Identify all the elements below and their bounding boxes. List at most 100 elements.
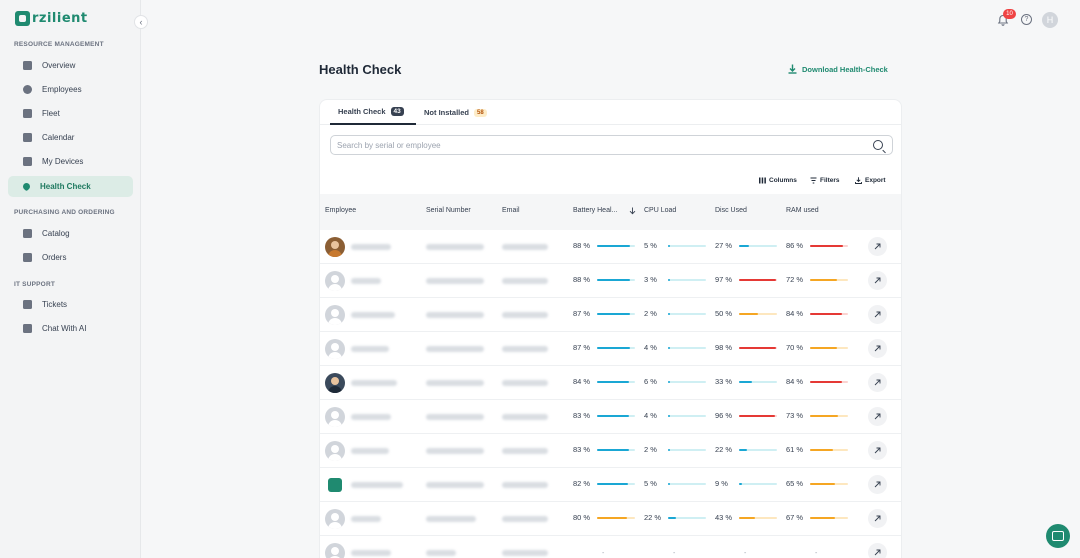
sidebar: rzilient RESOURCE MANAGEMENT Overview Em…	[0, 0, 141, 558]
open-details-button[interactable]	[868, 407, 887, 426]
column-header-employee[interactable]: Employee	[325, 207, 356, 214]
ram-used-value: 67 %	[786, 513, 804, 522]
sort-arrow-down-icon[interactable]	[629, 207, 636, 215]
column-header-cpu-load[interactable]: CPU Load	[644, 207, 676, 214]
employee-photo	[325, 237, 345, 257]
section-title-it-support: IT SUPPORT	[14, 281, 56, 288]
table-row[interactable]: 83 % 2 % 22 % 61 %	[320, 434, 901, 468]
table-row[interactable]: 88 % 3 % 97 % 72 %	[320, 264, 901, 298]
ram-used-value: 84 %	[786, 309, 804, 318]
table-row[interactable]: 84 % 6 % 33 % 84 %	[320, 366, 901, 400]
open-details-button[interactable]	[868, 237, 887, 256]
sidebar-item-calendar[interactable]: Calendar	[8, 127, 133, 148]
battery-health-bar-fill	[597, 244, 630, 247]
column-header-serial-number[interactable]: Serial Number	[426, 207, 471, 214]
column-header-ram-used[interactable]: RAM used	[786, 207, 819, 214]
tab-count-badge: 58	[474, 108, 487, 117]
help-icon[interactable]: ?	[1021, 14, 1032, 25]
column-header-email[interactable]: Email	[502, 207, 520, 214]
table-row[interactable]: ----	[320, 536, 901, 558]
open-details-button[interactable]	[868, 441, 887, 460]
brand-name: rzilient	[32, 11, 88, 26]
sidebar-item-overview[interactable]: Overview	[8, 55, 133, 76]
table-row[interactable]: 87 % 4 % 98 % 70 %	[320, 332, 901, 366]
ram-used-bar	[810, 516, 848, 519]
disc-used-bar-fill	[739, 278, 776, 281]
open-details-button[interactable]	[868, 509, 887, 528]
ram-used-value: 70 %	[786, 343, 804, 352]
sidebar-item-employees[interactable]: Employees	[8, 79, 133, 100]
collapse-sidebar-button[interactable]: ‹	[134, 15, 148, 29]
email-redacted	[502, 346, 548, 352]
tab-health-check[interactable]: Health Check 43	[330, 100, 416, 125]
heart-icon	[21, 181, 32, 192]
column-header-battery-health[interactable]: Battery Heal...	[573, 207, 617, 214]
columns-button[interactable]: Columns	[759, 175, 797, 185]
brand-logo[interactable]: rzilient	[15, 11, 88, 26]
sidebar-item-health-check[interactable]: Health Check	[8, 176, 133, 197]
table-row[interactable]: 80 % 22 % 43 % 67 %	[320, 502, 901, 536]
sidebar-item-fleet[interactable]: Fleet	[8, 103, 133, 124]
open-details-button[interactable]	[868, 543, 887, 558]
download-health-check-button[interactable]: Download Health-Check	[788, 64, 888, 74]
page-title: Health Check	[319, 62, 402, 77]
section-title-purchasing: PURCHASING AND ORDERING	[14, 209, 115, 216]
serial-number-redacted	[426, 482, 484, 488]
sidebar-item-catalog[interactable]: Catalog	[8, 223, 133, 244]
table-row[interactable]: 87 % 2 % 50 % 84 %	[320, 298, 901, 332]
ram-used-bar-fill	[810, 380, 842, 383]
monitor-icon	[23, 157, 32, 166]
ram-used-bar	[810, 312, 848, 315]
calendar-icon	[23, 133, 32, 142]
email-redacted	[502, 312, 548, 318]
battery-health-bar	[597, 516, 635, 519]
arrow-up-right-icon	[874, 243, 881, 250]
disc-used-value: 96 %	[715, 411, 733, 420]
battery-health-value: -	[602, 550, 605, 557]
disc-used-bar	[739, 346, 777, 349]
arrow-up-right-icon	[874, 549, 881, 556]
ram-used-cell: 84 %	[786, 309, 848, 318]
open-details-button[interactable]	[868, 475, 887, 494]
notification-badge: 10	[1003, 9, 1016, 19]
rzilient-logo-icon	[15, 11, 30, 26]
arrow-up-right-icon	[874, 481, 881, 488]
disc-used-value: 50 %	[715, 309, 733, 318]
default-avatar-icon	[325, 271, 345, 291]
filters-button[interactable]: Filters	[810, 175, 840, 185]
sidebar-item-my-devices[interactable]: My Devices	[8, 151, 133, 172]
tab-not-installed[interactable]: Not Installed 58	[424, 100, 487, 125]
disc-used-bar	[739, 482, 777, 485]
cpu-load-bar-fill	[668, 414, 670, 417]
open-details-button[interactable]	[868, 271, 887, 290]
email-redacted	[502, 516, 548, 522]
search-input[interactable]: Search by serial or employee	[330, 135, 893, 155]
serial-number-redacted	[426, 346, 484, 352]
support-chat-button[interactable]	[1046, 524, 1070, 548]
table-row[interactable]: 83 % 4 % 96 % 73 %	[320, 400, 901, 434]
export-button[interactable]: Export	[855, 175, 886, 185]
open-details-button[interactable]	[868, 373, 887, 392]
cpu-load-bar-fill	[668, 244, 670, 247]
sidebar-item-tickets[interactable]: Tickets	[8, 294, 133, 315]
sidebar-item-orders[interactable]: Orders	[8, 247, 133, 268]
cpu-load-value: 2 %	[644, 309, 657, 318]
battery-health-cell: 87 %	[573, 309, 635, 318]
open-details-button[interactable]	[868, 305, 887, 324]
open-details-button[interactable]	[868, 339, 887, 358]
disc-used-cell: 22 %	[715, 445, 777, 454]
sidebar-item-chat-with-ai[interactable]: Chat With AI	[8, 318, 133, 339]
table-row[interactable]: 82 % 5 % 9 % 65 %	[320, 468, 901, 502]
tab-count-badge: 43	[390, 107, 404, 116]
cpu-load-bar-fill	[668, 346, 670, 349]
email-redacted	[502, 448, 548, 454]
user-avatar[interactable]: H	[1042, 12, 1058, 28]
search-icon[interactable]	[873, 140, 883, 150]
column-header-disc-used[interactable]: Disc Used	[715, 207, 747, 214]
battery-health-cell: 83 %	[573, 445, 635, 454]
columns-icon	[759, 177, 766, 183]
employee-photo	[325, 373, 345, 393]
sidebar-item-label: Catalog	[42, 229, 70, 238]
email-redacted	[502, 278, 548, 284]
table-row[interactable]: 88 % 5 % 27 % 86 %	[320, 230, 901, 264]
